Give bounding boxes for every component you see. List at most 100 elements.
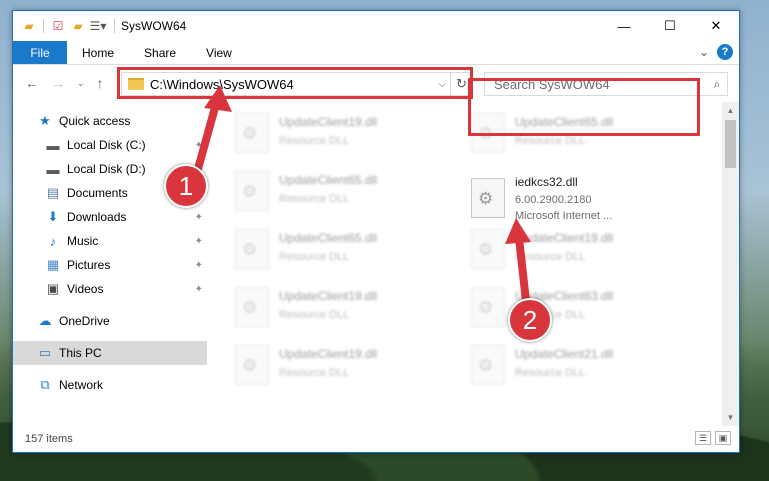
network-icon: ⧉ bbox=[40, 377, 50, 392]
quick-access-toolbar: ▰ ☑ ▰ ☰▾ bbox=[13, 18, 106, 34]
folder-icon: ▰ bbox=[24, 19, 34, 33]
file-name: UpdateClient19.dll bbox=[279, 289, 378, 303]
sidebar-item-onedrive[interactable]: ☁ OneDrive bbox=[13, 309, 207, 333]
star-icon: ★ bbox=[39, 113, 51, 128]
pictures-icon: ▦ bbox=[46, 257, 60, 272]
customize-toolbar-icon[interactable]: ☰▾ bbox=[90, 18, 107, 34]
sidebar-item-videos[interactable]: ▣ Videos ✦ bbox=[13, 277, 207, 301]
dll-file-icon bbox=[235, 287, 269, 327]
file-item[interactable]: UpdateClient21.dll Resource DLL bbox=[471, 339, 691, 395]
large-icons-view-icon[interactable]: ▣ bbox=[715, 431, 731, 445]
address-bar[interactable]: C:\Windows\SysWOW64 ⌵ ↻ bbox=[121, 72, 473, 96]
scroll-thumb[interactable] bbox=[725, 120, 736, 168]
sidebar-item-network[interactable]: ⧉ Network bbox=[13, 373, 207, 397]
divider bbox=[43, 19, 44, 33]
ribbon-right-controls: ⌄ ? bbox=[699, 44, 733, 60]
sidebar-item-pictures[interactable]: ▦ Pictures ✦ bbox=[13, 253, 207, 277]
sidebar-item-music[interactable]: ♪ Music ✦ bbox=[13, 229, 207, 253]
recent-locations-icon[interactable]: ⌄ bbox=[77, 78, 85, 89]
dll-file-icon bbox=[235, 171, 269, 211]
sidebar-item-label: Local Disk (D:) bbox=[67, 162, 146, 176]
maximize-button[interactable]: ☐ bbox=[647, 11, 693, 41]
videos-icon: ▣ bbox=[46, 281, 60, 296]
sidebar-item-label: OneDrive bbox=[59, 314, 110, 328]
file-item[interactable]: UpdateClient65.dll Resource DLL bbox=[235, 223, 455, 279]
search-icon[interactable]: ⌕ bbox=[707, 77, 727, 92]
file-item[interactable]: UpdateClient19.dll Resource DLL bbox=[235, 281, 455, 337]
file-item[interactable]: UpdateClient19.dll Resource DLL bbox=[471, 223, 691, 279]
pin-icon[interactable]: ✦ bbox=[195, 212, 203, 223]
sidebar-item-local-disk-c[interactable]: ▬ Local Disk (C:) ✦ bbox=[13, 133, 207, 157]
sidebar-item-label: Pictures bbox=[67, 258, 111, 272]
vertical-scrollbar[interactable]: ▲ ▼ bbox=[722, 102, 739, 426]
documents-icon: ▤ bbox=[46, 185, 60, 200]
file-item[interactable]: UpdateClient63.dllResource DLL bbox=[471, 281, 691, 337]
file-item[interactable]: UpdateClient65.dll Resource DLL bbox=[235, 165, 455, 221]
sidebar-item-this-pc[interactable]: ▭ This PC bbox=[13, 341, 207, 365]
back-arrow-icon[interactable]: ← bbox=[25, 75, 39, 91]
sidebar-item-label: This PC bbox=[59, 346, 102, 360]
drive-icon: ▬ bbox=[46, 161, 60, 177]
dll-file-icon bbox=[471, 345, 505, 385]
file-item[interactable]: UpdateClient19.dll Resource DLL bbox=[235, 339, 455, 395]
file-name: UpdateClient65.dll bbox=[279, 231, 378, 245]
help-icon[interactable]: ? bbox=[717, 44, 733, 60]
sidebar-item-label: Videos bbox=[67, 282, 104, 296]
explorer-body: ★ Quick access ▬ Local Disk (C:) ✦ ▬ Loc… bbox=[13, 102, 739, 426]
pin-icon[interactable]: ✦ bbox=[195, 260, 203, 271]
details-view-icon[interactable]: ☰ bbox=[695, 431, 711, 445]
sidebar-item-label: Network bbox=[59, 378, 104, 392]
dll-file-icon bbox=[235, 113, 269, 153]
tab-share[interactable]: Share bbox=[129, 41, 191, 64]
file-type: Resource DLL bbox=[279, 251, 350, 263]
file-type: Resource DLL bbox=[515, 367, 586, 379]
cloud-icon: ☁ bbox=[38, 313, 52, 328]
file-type: Resource DLL bbox=[515, 251, 586, 263]
properties-icon[interactable]: ☑ bbox=[50, 18, 66, 34]
file-item[interactable]: UpdateClient19.dll Resource DLL bbox=[235, 107, 455, 163]
dll-file-icon bbox=[235, 345, 269, 385]
address-dropdown-icon[interactable]: ⌵ bbox=[434, 79, 450, 90]
download-icon: ⬇ bbox=[47, 209, 59, 224]
sidebar-item-downloads[interactable]: ⬇ Downloads ✦ bbox=[13, 205, 207, 229]
pin-icon[interactable]: ✦ bbox=[195, 236, 203, 247]
tab-home[interactable]: Home bbox=[67, 41, 129, 64]
file-explorer-window: ▰ ☑ ▰ ☰▾ SysWOW64 — ☐ ✕ File Home Share … bbox=[12, 10, 740, 453]
file-type: Resource DLL bbox=[279, 193, 350, 205]
window-controls: — ☐ ✕ bbox=[601, 11, 739, 41]
title-bar: ▰ ☑ ▰ ☰▾ SysWOW64 — ☐ ✕ bbox=[13, 11, 739, 41]
file-name: UpdateClient19.dll bbox=[279, 115, 378, 129]
music-icon: ♪ bbox=[49, 233, 57, 249]
expand-ribbon-icon[interactable]: ⌄ bbox=[699, 45, 709, 59]
up-arrow-icon[interactable]: ↑ bbox=[97, 75, 104, 91]
file-type: Resource DLL bbox=[279, 135, 350, 147]
pin-icon[interactable]: ✦ bbox=[195, 284, 203, 295]
file-highlight-box bbox=[468, 78, 700, 136]
divider bbox=[114, 19, 115, 33]
sidebar-item-label: Downloads bbox=[67, 210, 127, 224]
dll-file-icon bbox=[471, 287, 505, 327]
step-1-badge: 1 bbox=[164, 164, 208, 208]
file-company: Microsoft Internet ... bbox=[515, 210, 613, 222]
minimize-button[interactable]: — bbox=[601, 11, 647, 41]
file-item-iedkcs32[interactable]: iedkcs32.dll 6.00.2900.2180 Microsoft In… bbox=[471, 172, 691, 228]
sidebar-item-label: Quick access bbox=[59, 114, 131, 128]
file-name: UpdateClient21.dll bbox=[515, 347, 614, 361]
file-name: UpdateClient19.dll bbox=[279, 347, 378, 361]
sidebar-item-label: Documents bbox=[67, 186, 128, 200]
sidebar-item-label: Local Disk (C:) bbox=[67, 138, 146, 152]
scroll-up-icon[interactable]: ▲ bbox=[722, 102, 739, 119]
status-bar: 157 items ☰ ▣ bbox=[13, 426, 739, 452]
forward-arrow-icon[interactable]: → bbox=[51, 75, 65, 91]
file-list: UpdateClient19.dll Resource DLL UpdateCli… bbox=[207, 102, 739, 426]
tab-file[interactable]: File bbox=[13, 41, 67, 64]
scroll-down-icon[interactable]: ▼ bbox=[722, 409, 739, 426]
pin-icon[interactable]: ✦ bbox=[195, 140, 203, 151]
tab-view[interactable]: View bbox=[191, 41, 247, 64]
view-toggle: ☰ ▣ bbox=[695, 431, 731, 445]
new-folder-icon[interactable]: ▰ bbox=[70, 18, 86, 34]
address-path[interactable]: C:\Windows\SysWOW64 bbox=[150, 77, 434, 92]
close-button[interactable]: ✕ bbox=[693, 11, 739, 41]
sidebar-item-quick-access[interactable]: ★ Quick access bbox=[13, 109, 207, 133]
item-count: 157 items bbox=[25, 433, 73, 445]
